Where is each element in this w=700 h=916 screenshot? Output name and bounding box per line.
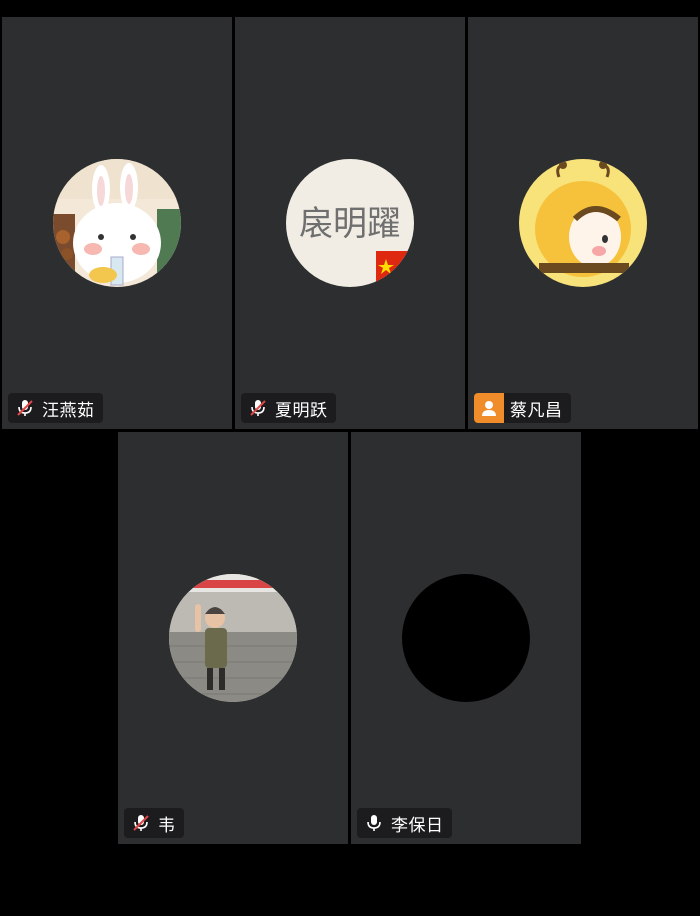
participant-label: 韦	[124, 808, 184, 838]
participant-name: 蔡凡昌	[510, 400, 563, 421]
mic-icon	[363, 812, 385, 834]
participant-label: 汪燕茹	[8, 393, 103, 423]
participant-tile-2[interactable]: 扆明躍 夏明跃	[235, 17, 465, 429]
mic-muted-icon	[247, 397, 269, 419]
calligraphy-avatar: 扆明躍	[286, 159, 414, 287]
participant-tile-5[interactable]: 李保日	[351, 432, 581, 844]
mic-muted-icon	[14, 397, 36, 419]
child-photo-avatar	[169, 574, 297, 702]
participant-name: 夏明跃	[275, 400, 328, 421]
video-conference-grid: 汪燕茹 扆明躍 夏明跃 蔡凡昌 韦 李保日	[0, 0, 700, 916]
participant-tile-3[interactable]: 蔡凡昌	[468, 17, 698, 429]
participant-label: 蔡凡昌	[474, 393, 571, 423]
participant-name: 李保日	[391, 815, 444, 836]
participant-tile-1[interactable]: 汪燕茹	[2, 17, 232, 429]
mic-muted-icon	[130, 812, 152, 834]
black-avatar	[402, 574, 530, 702]
participant-tile-4[interactable]: 韦	[118, 432, 348, 844]
participant-label: 夏明跃	[241, 393, 336, 423]
bunny-drink-avatar	[53, 159, 181, 287]
participant-name: 韦	[158, 815, 176, 836]
user-placeholder-icon	[474, 393, 504, 423]
participant-label: 李保日	[357, 808, 452, 838]
bee-costume-avatar	[519, 159, 647, 287]
calligraphy-text: 扆明躍	[299, 204, 401, 244]
participant-name: 汪燕茹	[42, 400, 95, 421]
